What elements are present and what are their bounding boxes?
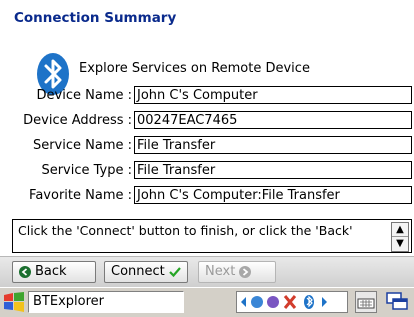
tray-left-arrow-icon	[241, 297, 246, 307]
check-icon	[168, 267, 181, 278]
connect-button[interactable]: Connect	[104, 261, 188, 283]
device-address-label: Device Address :	[23, 113, 132, 128]
back-arrow-icon	[19, 266, 31, 278]
next-button[interactable]: Next	[198, 261, 276, 283]
scroll-down-icon[interactable]: ▼	[392, 237, 408, 250]
connect-label: Connect	[111, 264, 165, 279]
windows-flag-icon[interactable]	[2, 291, 26, 313]
favorite-name-field[interactable]: John C's Computer:File Transfer	[134, 186, 412, 204]
service-name-field[interactable]: File Transfer	[134, 136, 412, 154]
button-bar: Back Connect Next	[0, 256, 414, 287]
device-name-field[interactable]: John C's Computer	[134, 86, 412, 104]
service-type-label: Service Type :	[41, 163, 132, 178]
tray-icons	[241, 295, 327, 309]
message-box: Click the 'Connect' button to finish, or…	[12, 219, 412, 253]
next-arrow-icon	[239, 266, 252, 278]
next-label: Next	[205, 264, 236, 279]
message-scroll[interactable]: ▲ ▼	[391, 222, 409, 252]
favorite-name-label: Favorite Name :	[29, 188, 132, 203]
message-text: Click the 'Connect' button to finish, or…	[18, 223, 353, 238]
page-title: Connection Summary	[14, 10, 177, 26]
back-label: Back	[35, 264, 67, 279]
device-name-label: Device Name :	[36, 88, 132, 103]
taskbar-app-name[interactable]: BTExplorer	[28, 291, 184, 313]
taskbar: BTExplorer	[0, 287, 414, 317]
back-button[interactable]: Back	[12, 261, 96, 283]
service-type-field[interactable]: File Transfer	[134, 161, 412, 179]
tray-right-arrow-icon	[322, 297, 327, 307]
keyboard-icon[interactable]	[355, 291, 377, 313]
tray-disconnect-icon	[283, 295, 297, 309]
subtitle: Explore Services on Remote Device	[79, 61, 310, 76]
service-name-label: Service Name :	[32, 138, 132, 153]
tray-network-icon	[251, 296, 263, 308]
system-tray	[236, 291, 348, 313]
window-switch-icon[interactable]	[384, 291, 410, 313]
device-address-field[interactable]: 00247EAC7465	[134, 111, 412, 129]
scroll-up-icon[interactable]: ▲	[392, 223, 408, 237]
tray-sync-icon	[267, 296, 279, 308]
